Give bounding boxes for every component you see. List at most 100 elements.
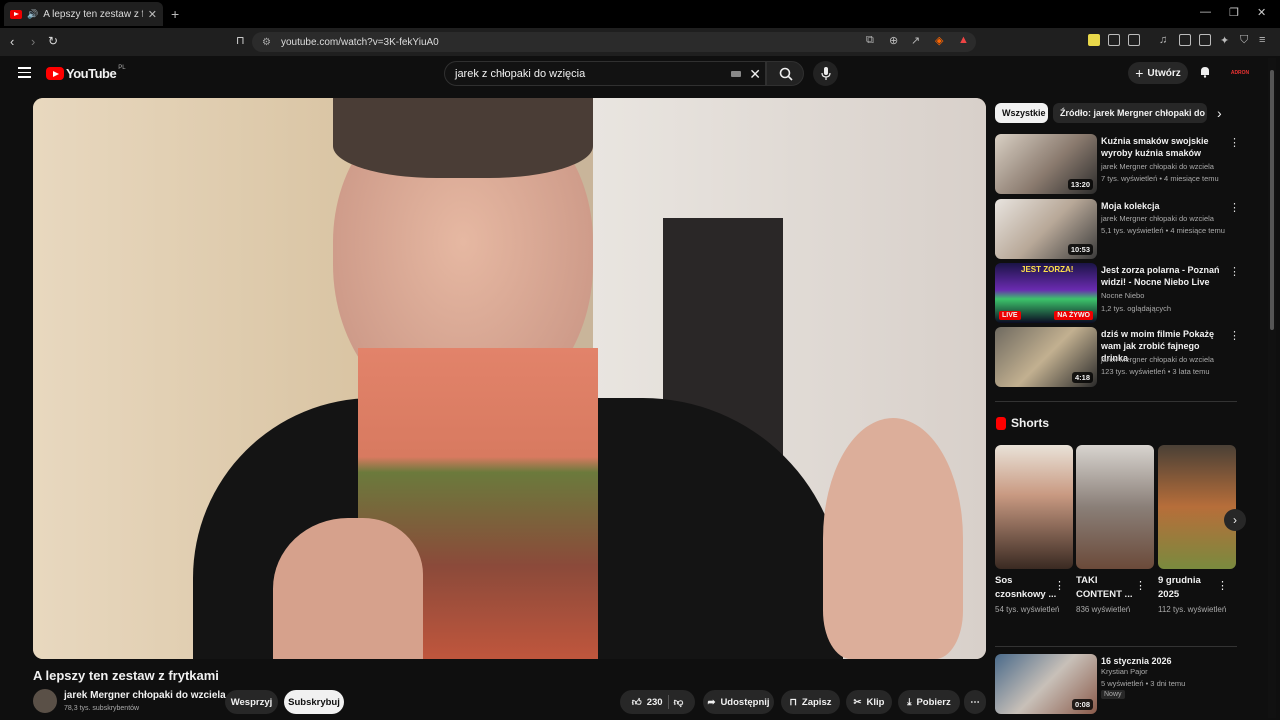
youtube-logo[interactable]: YouTube PL [46,65,126,81]
create-button[interactable]: + Utwórz [1128,62,1188,84]
new-badge: Nowy [1101,690,1125,699]
leo-ai-icon[interactable]: ✦ [1220,34,1229,47]
chip-all[interactable]: Wszystkie [995,103,1048,123]
wallet-icon[interactable] [1199,34,1211,46]
extension-icon[interactable] [1088,34,1100,46]
thumbs-up-icon: 👍︎ [631,697,642,708]
shorts-next-button[interactable]: › [1224,509,1246,531]
music-icon[interactable]: ♫ [1159,34,1167,46]
bookmark-icon[interactable]: ⊓ [236,34,245,47]
live-badge: LIVE [999,311,1021,320]
speaker-icon[interactable]: 🔊 [27,9,38,20]
recommendation-item[interactable]: 0:08 16 stycznia 2026 Krystian Pajor 5 w… [995,654,1240,714]
recommendation-thumbnail[interactable]: 4:18 [995,327,1097,387]
close-tab-icon[interactable]: ✕ [148,8,157,21]
menu-icon[interactable]: ≡ [1259,34,1265,46]
live-now-badge: NA ŻYWO [1054,311,1093,320]
site-settings-icon[interactable]: ⚙ [262,37,271,48]
zoom-icon[interactable]: ⊕ [889,34,898,47]
share-button[interactable]: ➦ Udostępnij [703,690,774,714]
recommendation-channel[interactable]: Nocne Niebo [1101,291,1144,300]
recommendation-title[interactable]: Moja kolekcja [1101,200,1225,212]
short-item[interactable]: TAKI CONTENT ... 836 wyświetleń ⋮ [1076,445,1154,616]
open-external-icon[interactable]: ⧉ [866,34,874,47]
close-window-icon[interactable]: ✕ [1257,6,1266,19]
guide-menu-icon[interactable] [18,67,31,81]
more-vertical-icon[interactable]: ⋮ [1217,579,1228,592]
reload-icon[interactable]: ↻ [48,34,58,48]
channel-avatar[interactable] [33,689,57,713]
subscribe-button[interactable]: Subskrybuj [284,690,344,714]
voice-search-button[interactable] [813,61,838,86]
recommendation-title[interactable]: 16 stycznia 2026 [1101,655,1225,667]
download-button[interactable]: ⤓ Pobierz [898,690,960,714]
recommendation-item[interactable]: 10:53 Moja kolekcja jarek Mergner chłopa… [995,199,1240,259]
recommendation-thumbnail[interactable]: 10:53 [995,199,1097,259]
forward-icon[interactable]: › [31,34,35,49]
new-tab-icon[interactable]: + [171,6,179,22]
rewards-icon[interactable]: ▲ [958,34,969,46]
more-vertical-icon[interactable]: ⋮ [1229,201,1240,214]
recommendation-thumbnail[interactable]: 0:08 [995,654,1097,714]
download-icon: ⤓ [907,696,912,708]
short-item[interactable]: 9 grudnia 2025 112 tys. wyświetleń ⋮ [1158,445,1236,616]
restore-icon[interactable]: ❐ [1229,6,1239,19]
more-vertical-icon[interactable]: ⋮ [1229,265,1240,278]
page-scrollbar[interactable] [1268,58,1276,718]
recommendation-title[interactable]: Kuźnia smaków swojskie wyroby kuźnia sma… [1101,135,1225,159]
brave-shield-icon[interactable]: ◈ [935,34,943,47]
vpn-icon[interactable]: ⛉ [1240,34,1248,47]
search-input[interactable]: jarek z chłopaki do wzięcia ✕ [444,61,766,86]
browser-tab[interactable]: 🔊 A lepszy ten zestaw z frytkami ✕ [4,2,163,26]
support-button[interactable]: Wesprzyj [225,690,278,714]
clear-search-icon[interactable]: ✕ [749,66,761,83]
recommendation-item[interactable]: 13:20 Kuźnia smaków swojskie wyroby kuźn… [995,134,1240,194]
notifications-bell-icon[interactable] [1199,66,1211,78]
short-thumbnail[interactable] [995,445,1073,569]
recommendation-channel[interactable]: jarek Mergner chłopaki do wzciela [1101,214,1214,223]
short-title[interactable]: Sos czosnkowy ... [995,574,1057,602]
sidebar-icon[interactable] [1179,34,1191,46]
chip-source[interactable]: Źródło: jarek Mergner chłopaki do wzię [1053,103,1207,123]
channel-name[interactable]: jarek Mergner chłopaki do wzciela [64,690,226,701]
more-vertical-icon[interactable]: ⋮ [1054,579,1065,592]
clip-button[interactable]: ✂ Klip [846,690,892,714]
recommendation-channel[interactable]: Krystian Pajor [1101,667,1148,676]
short-views: 836 wyświetleń [1076,605,1131,614]
recommendation-channel[interactable]: jarek Mergner chłopaki do wzciela [1101,162,1214,171]
keyboard-icon[interactable] [731,71,741,77]
duration-badge: 0:08 [1071,699,1093,710]
video-player[interactable] [33,98,986,659]
account-avatar[interactable]: ADRON [1230,64,1250,82]
chevron-right-icon: › [1233,513,1237,527]
short-views: 54 tys. wyświetleń [995,605,1060,614]
more-actions-button[interactable]: ⋯ [964,690,986,714]
recommendation-thumbnail[interactable]: JEST ZORZA! LIVE NA ŻYWO [995,263,1097,323]
recommendation-item[interactable]: JEST ZORZA! LIVE NA ŻYWO Jest zorza pola… [995,263,1240,323]
duration-badge: 10:53 [1067,244,1093,255]
screenshot-icon[interactable] [1128,34,1140,46]
like-button[interactable]: 👍︎ 230 [631,696,663,709]
chips-next-icon[interactable]: › [1217,105,1222,121]
minimize-icon[interactable]: — [1200,6,1211,18]
recommendation-channel[interactable]: jarek Mergner chłopaki do wzciela [1101,355,1214,364]
short-thumbnail[interactable] [1158,445,1236,569]
more-vertical-icon[interactable]: ⋮ [1135,579,1146,592]
more-vertical-icon[interactable]: ⋮ [1229,136,1240,149]
extensions-puzzle-icon[interactable] [1108,34,1120,46]
divider [995,401,1237,402]
short-title[interactable]: TAKI CONTENT ... [1076,574,1138,602]
more-vertical-icon[interactable]: ⋮ [1229,329,1240,342]
thumbs-down-icon[interactable]: 👎︎ [674,696,684,708]
short-thumbnail[interactable] [1076,445,1154,569]
recommendation-item[interactable]: 4:18 dziś w moim filmie Pokażę wam jak z… [995,327,1240,387]
short-title[interactable]: 9 grudnia 2025 [1158,574,1220,602]
short-item[interactable]: Sos czosnkowy ... 54 tys. wyświetleń ⋮ [995,445,1073,616]
search-button[interactable] [766,61,804,86]
share-icon[interactable]: ↗ [911,34,920,47]
back-icon[interactable]: ‹ [10,34,14,49]
scrollbar-thumb[interactable] [1270,70,1274,330]
recommendation-thumbnail[interactable]: 13:20 [995,134,1097,194]
save-button[interactable]: ⊓ Zapisz [781,690,840,714]
recommendation-title[interactable]: Jest zorza polarna - Poznań widzi! - Noc… [1101,264,1225,288]
